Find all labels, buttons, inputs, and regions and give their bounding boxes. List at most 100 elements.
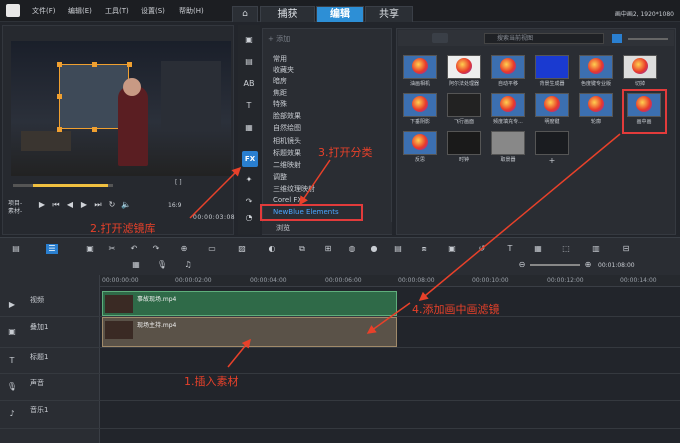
timeline-clip-video[interactable]: 事故现场.mp4 bbox=[102, 291, 397, 316]
menu-settings[interactable]: 设置(S) bbox=[141, 6, 165, 16]
timer-icon[interactable]: ◔ bbox=[242, 211, 256, 224]
effect-thumb[interactable]: 频度填充专... bbox=[491, 93, 525, 125]
tab-share[interactable]: 共享 bbox=[365, 6, 413, 22]
instant-project-icon[interactable]: ▤ bbox=[242, 55, 256, 68]
category-item[interactable]: 焦距 bbox=[273, 88, 287, 98]
timeline-timecode[interactable]: 00:01:08:00 bbox=[598, 262, 635, 269]
title-icon[interactable]: T bbox=[242, 99, 256, 112]
zoom-in-icon[interactable]: ⊕ bbox=[582, 260, 594, 270]
zoom-slider[interactable] bbox=[530, 264, 580, 266]
menu-help[interactable]: 帮助(H) bbox=[179, 6, 204, 16]
tool-icon[interactable]: ▥ bbox=[590, 244, 602, 254]
effect-thumb[interactable]: 飞行画面 bbox=[447, 93, 481, 125]
resize-handle[interactable] bbox=[57, 127, 62, 132]
fit-icon[interactable]: ▭ bbox=[206, 244, 218, 254]
storyboard-view-icon[interactable]: ▤ bbox=[10, 244, 22, 254]
zoom-slider[interactable] bbox=[628, 38, 668, 40]
effect-thumb[interactable]: 明度键 bbox=[535, 93, 569, 125]
track-manager-icon[interactable]: ▣ bbox=[84, 244, 96, 254]
search-input[interactable]: 搜索当前视图 bbox=[484, 33, 604, 44]
split-icon[interactable]: ✂ bbox=[106, 244, 118, 254]
resize-handle[interactable] bbox=[57, 94, 62, 99]
record-voice-icon[interactable]: 🎙 bbox=[156, 260, 168, 270]
trim-bracket-icon[interactable]: [ ] bbox=[175, 179, 182, 186]
clip-mode-label[interactable]: 素材- bbox=[8, 206, 22, 215]
effect-thumb[interactable]: 色度键专业版 bbox=[579, 55, 613, 87]
category-item[interactable]: 二维映射 bbox=[273, 160, 301, 170]
effect-thumb[interactable]: 取景器 bbox=[491, 131, 525, 163]
resize-handle[interactable] bbox=[92, 62, 97, 67]
tool-icon[interactable]: ▣ bbox=[446, 244, 458, 254]
preview-timecode[interactable]: 00:00:03:08 bbox=[193, 214, 235, 221]
motion-icon[interactable]: ↷ bbox=[242, 195, 256, 208]
category-item[interactable]: 收藏夹 bbox=[273, 65, 294, 75]
view-toggle-icon[interactable] bbox=[432, 33, 448, 43]
tool-icon[interactable]: ▤ bbox=[392, 244, 404, 254]
effect-thumb[interactable]: 轮廓 bbox=[579, 93, 613, 125]
effect-thumb[interactable]: + bbox=[535, 131, 569, 165]
category-item[interactable]: 三维纹理映射 bbox=[273, 184, 315, 194]
home-icon[interactable]: ⌂ bbox=[232, 6, 258, 22]
redo-icon[interactable]: ↷ bbox=[150, 244, 162, 254]
effect-thumb[interactable]: 时钟 bbox=[447, 131, 481, 163]
tool-icon[interactable]: ⬚ bbox=[560, 244, 572, 254]
timeline-view-icon[interactable]: ☰ bbox=[46, 244, 58, 254]
tool-icon[interactable]: ⧈ bbox=[418, 244, 430, 254]
tool-icon[interactable]: ▨ bbox=[236, 244, 248, 254]
menu-tools[interactable]: 工具(T) bbox=[105, 6, 129, 16]
menu-edit[interactable]: 编辑(E) bbox=[68, 6, 92, 16]
transition-icon[interactable]: AB bbox=[242, 77, 256, 90]
repeat-icon[interactable]: ↻ bbox=[107, 200, 117, 210]
tab-edit[interactable]: 编辑 bbox=[316, 6, 364, 22]
category-item[interactable]: 脸部效果 bbox=[273, 111, 301, 121]
grid-view-icon[interactable] bbox=[612, 34, 622, 43]
tool-icon[interactable]: T bbox=[504, 244, 516, 254]
browse-button[interactable]: 浏览 bbox=[262, 222, 392, 234]
next-frame-icon[interactable]: ▶ bbox=[79, 200, 89, 210]
tool-icon[interactable]: ⊟ bbox=[620, 244, 632, 254]
effect-thumb[interactable]: 自动平移 bbox=[491, 55, 525, 87]
effect-thumb[interactable]: 油画相机 bbox=[403, 55, 437, 87]
start-icon[interactable]: ⏮ bbox=[51, 200, 61, 210]
aspect-ratio[interactable]: 16:9 bbox=[168, 202, 181, 209]
add-category-button[interactable]: + 添加 bbox=[268, 34, 290, 44]
end-icon[interactable]: ⏭ bbox=[93, 200, 103, 210]
timeline-clip-overlay[interactable]: 现场主持.mp4 bbox=[102, 317, 397, 347]
play-icon[interactable]: ▶ bbox=[37, 200, 47, 210]
category-item[interactable]: 标题效果 bbox=[273, 148, 301, 158]
prev-frame-icon[interactable]: ◀ bbox=[65, 200, 75, 210]
effect-thumb[interactable]: 切掉 bbox=[623, 55, 657, 87]
effect-thumb[interactable]: 下垂阴影 bbox=[403, 93, 437, 125]
category-item[interactable]: 自然绘图 bbox=[273, 123, 301, 133]
resize-handle[interactable] bbox=[127, 62, 132, 67]
volume-icon[interactable]: 🔈 bbox=[121, 200, 131, 210]
category-item[interactable]: 调整 bbox=[273, 172, 287, 182]
tool-icon[interactable]: ◐ bbox=[266, 244, 278, 254]
auto-music-icon[interactable]: ♫ bbox=[182, 260, 194, 270]
effect-thumb[interactable]: 背景生成器 bbox=[535, 55, 569, 87]
tool-icon[interactable]: ⊞ bbox=[322, 244, 334, 254]
path-icon[interactable]: ✦ bbox=[242, 173, 256, 186]
category-item[interactable]: 常用 bbox=[273, 54, 287, 64]
zoom-out-icon[interactable]: ⊖ bbox=[516, 260, 528, 270]
record-capture-icon[interactable]: ⊕ bbox=[178, 244, 190, 254]
tool-icon[interactable]: ◍ bbox=[346, 244, 358, 254]
category-item[interactable]: Corel FX bbox=[273, 196, 302, 204]
graphic-icon[interactable]: ▦ bbox=[242, 121, 256, 134]
resize-handle[interactable] bbox=[57, 62, 62, 67]
effect-thumb[interactable]: 反思 bbox=[403, 131, 437, 163]
media-icon[interactable]: ▣ bbox=[242, 33, 256, 46]
tool-icon[interactable]: ⧉ bbox=[296, 244, 308, 254]
undo-icon[interactable]: ↶ bbox=[128, 244, 140, 254]
tool-icon[interactable]: ▦ bbox=[532, 244, 544, 254]
category-item[interactable]: 相机镜头 bbox=[273, 136, 301, 146]
resize-handle[interactable] bbox=[92, 127, 97, 132]
preview-video[interactable] bbox=[11, 41, 231, 176]
mixer-icon[interactable]: ▦ bbox=[130, 260, 142, 270]
fx-filter-button[interactable]: FX bbox=[242, 151, 258, 167]
category-item[interactable]: 特殊 bbox=[273, 99, 287, 109]
tool-icon[interactable]: ↺ bbox=[476, 244, 488, 254]
effect-thumb[interactable]: 阿尔法处理器 bbox=[447, 55, 481, 87]
tab-capture[interactable]: 捕获 bbox=[260, 6, 315, 22]
category-item[interactable]: 暗房 bbox=[273, 76, 287, 86]
